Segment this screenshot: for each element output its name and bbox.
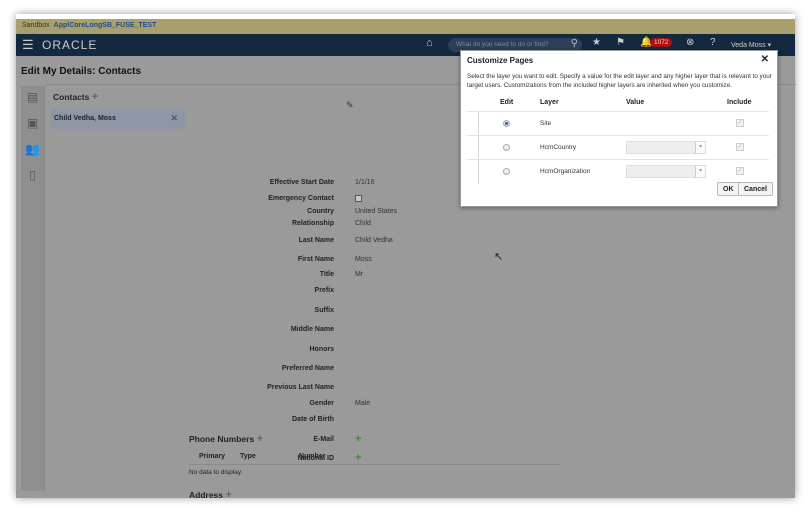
col-type: Type [240,453,256,460]
layer-row: Site ✓ [467,111,769,136]
field-label: Prefix [314,287,334,294]
field-label: Country [307,208,334,215]
add-address-icon[interactable]: + [225,489,231,501]
include-checkbox[interactable]: ✓ [736,143,744,151]
customize-pages-dialog: Customize Pages ✕ Select the layer you w… [460,50,778,207]
briefcase-icon[interactable]: ▣ [21,116,44,138]
field-value: United States [355,208,398,215]
document-icon[interactable]: ▯ [21,168,44,190]
cancel-button[interactable]: Cancel [738,182,773,196]
col-primary: Primary [199,453,226,460]
sandbox-name[interactable]: ApplCoreLongSB_FUSE_TEST [54,22,157,29]
notification-badge[interactable]: 1072 [650,38,673,47]
field-label: Gender [309,400,334,407]
row-divider [478,160,479,184]
col-value: Value [626,99,645,106]
field-value: 1/1/16 [355,179,375,186]
menu-icon[interactable]: ☰ [22,37,34,53]
layer-name: HcmCountry [540,144,577,151]
col-edit: Edit [500,99,514,106]
field-value: Mr [355,271,364,278]
field-label: Title [319,271,334,278]
help-icon[interactable]: ? [710,37,716,48]
ok-button[interactable]: OK [717,182,740,196]
field-value: Child [355,220,371,227]
contact-list-item[interactable]: Child Vedha, Moss ✕ [51,108,185,129]
phone-table-header: Primary Type Number [189,453,561,465]
chevron-down-icon[interactable]: ▾ [695,166,705,177]
phone-empty-text: No data to display. [189,469,243,476]
chevron-down-icon[interactable]: ▾ [695,142,705,153]
field-label: Previous Last Name [267,384,334,391]
field-label: Preferred Name [281,365,334,372]
accessibility-icon[interactable]: ⊗ [686,37,694,48]
favorites-star-icon[interactable]: ★ [592,37,601,48]
col-layer: Layer [540,99,559,106]
include-checkbox[interactable]: ✓ [736,119,744,127]
edit-pencil-icon[interactable]: ✎ [346,100,354,111]
field-value: Child Vedha [355,237,393,244]
layer-row: HcmCountry ▾ ✓ [467,135,769,160]
col-include: Include [727,99,752,106]
field-label: Emergency Contact [268,195,334,202]
page-title: Edit My Details: Contacts [21,66,142,77]
col-number: Number [299,453,326,460]
add-contact-icon[interactable]: + [92,91,98,103]
field-value: Male [355,400,371,407]
field-label: First Name [297,256,334,263]
field-label: Honors [309,346,335,353]
id-card-icon[interactable]: ▤ [21,90,44,112]
include-checkbox[interactable]: ✓ [736,167,744,175]
layer-row: HcmOrganization ▾ ✓ [467,159,769,184]
field-label: Suffix [314,307,334,314]
value-select[interactable]: ▾ [626,165,706,178]
emergency-contact-checkbox[interactable] [355,195,362,204]
layer-name: HcmOrganization [540,168,591,175]
people-icon[interactable]: 👥 [21,142,44,164]
sandbox-bar: Sandbox ApplCoreLongSB_FUSE_TEST [16,19,795,34]
add-phone-icon[interactable]: + [257,433,263,445]
search-icon[interactable]: ⚲ [571,38,578,49]
contacts-heading: Contacts + [53,91,99,103]
field-value: Moss [355,256,372,263]
layer-name: Site [540,120,552,127]
edit-radio[interactable] [503,144,510,151]
address-heading: Address + [189,489,232,501]
dialog-title: Customize Pages [467,56,534,65]
value-select[interactable]: ▾ [626,141,706,154]
edit-radio[interactable] [503,120,510,127]
oracle-logo: ORACLE [42,38,98,52]
field-label: Middle Name [290,326,334,333]
search-placeholder: What do you need to do or find? [456,41,549,48]
phone-numbers-heading: Phone Numbers + [189,433,263,445]
field-label: E-Mail [313,436,334,443]
row-divider [478,112,479,136]
row-divider [478,136,479,160]
field-label: Last Name [298,237,334,244]
edit-radio[interactable] [503,168,510,175]
sandbox-label: Sandbox [22,22,50,29]
close-icon[interactable]: ✕ [761,54,769,65]
mouse-cursor-icon: ↖ [494,251,504,263]
flag-icon[interactable]: ⚑ [616,37,625,48]
user-name: Veda Moss [731,42,766,49]
field-label: Date of Birth [292,416,334,423]
home-icon[interactable]: ⌂ [426,37,433,49]
user-menu[interactable]: Veda Moss ▾ [731,41,771,49]
side-tabs: ▤ ▣ 👥 ▯ [21,86,45,491]
add-e-mail-icon[interactable]: + [355,434,361,445]
remove-contact-icon[interactable]: ✕ [170,113,178,124]
dialog-description: Select the layer you want to edit. Speci… [467,73,772,89]
field-label: Relationship [291,220,334,227]
field-label: Effective Start Date [269,179,334,186]
